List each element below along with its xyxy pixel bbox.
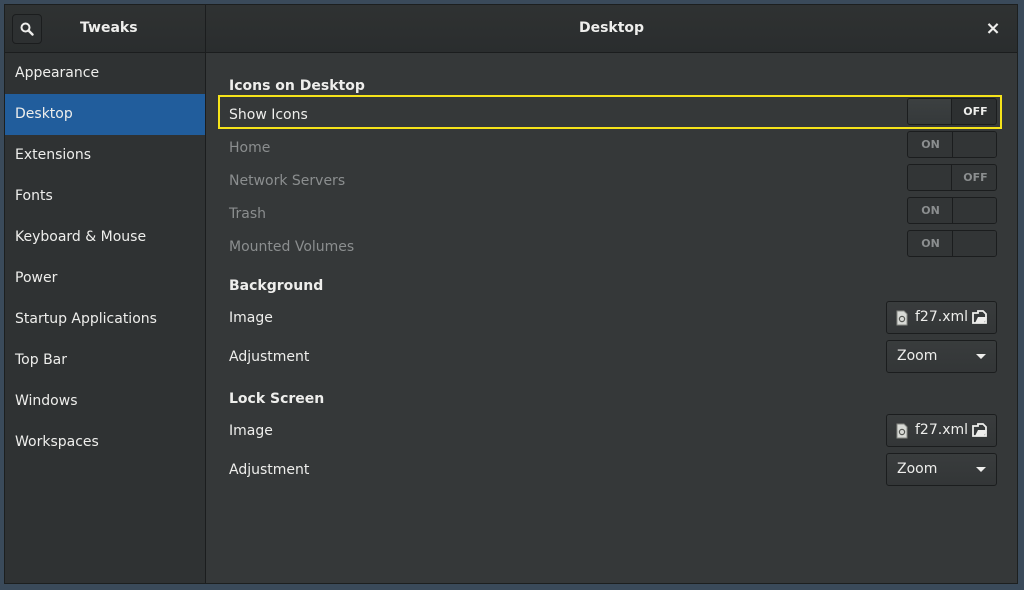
sidebar-item-desktop[interactable]: Desktop [5,94,205,135]
close-button[interactable]: × [983,19,1003,39]
switch-state: OFF [963,171,988,184]
switch-state: ON [921,138,940,151]
sidebar: Appearance Desktop Extensions Fonts Keyb… [5,53,206,583]
app-title: Tweaks [80,20,138,36]
switch-slider [952,231,996,256]
lock-image-label: Image [229,423,273,439]
open-file-icon [972,310,987,324]
document-icon [896,310,908,326]
header-left-pane: Tweaks [5,5,206,52]
switch-state: OFF [963,105,988,118]
section-title-icons: Icons on Desktop [229,78,365,94]
sidebar-item-appearance[interactable]: Appearance [5,53,205,94]
document-icon [896,423,908,439]
section-title-background: Background [229,278,324,294]
network-servers-switch: OFF [907,164,997,191]
tweaks-window: Tweaks Desktop × Appearance Desktop Exte… [4,4,1018,584]
search-icon [20,22,34,36]
header-bar: Tweaks Desktop × [5,5,1017,53]
lock-image-chooser[interactable]: f27.xml [886,414,997,447]
mounted-volumes-label: Mounted Volumes [229,239,355,255]
sidebar-item-windows[interactable]: Windows [5,381,205,422]
open-file-icon [972,423,987,437]
background-image-chooser[interactable]: f27.xml [886,301,997,334]
sidebar-item-keyboard-mouse[interactable]: Keyboard & Mouse [5,217,205,258]
background-image-label: Image [229,310,273,326]
switch-slider [952,198,996,223]
sidebar-item-workspaces[interactable]: Workspaces [5,422,205,463]
search-button[interactable] [12,14,42,44]
sidebar-item-fonts[interactable]: Fonts [5,176,205,217]
home-switch: ON [907,131,997,158]
settings-panel: Icons on Desktop Show Icons OFF Home ON … [206,53,1017,583]
section-title-lock-screen: Lock Screen [229,391,325,407]
mounted-volumes-switch: ON [907,230,997,257]
switch-state: ON [921,237,940,250]
highlight-box [218,95,1002,129]
chevron-down-icon [976,354,986,359]
background-adjustment-dropdown[interactable]: Zoom [886,340,997,373]
page-title: Desktop [578,20,645,36]
trash-switch: ON [907,197,997,224]
switch-slider [952,132,996,157]
sidebar-item-startup-applications[interactable]: Startup Applications [5,299,205,340]
trash-label: Trash [229,206,266,222]
lock-file-name: f27.xml [915,422,969,438]
sidebar-item-extensions[interactable]: Extensions [5,135,205,176]
lock-adjustment-label: Adjustment [229,462,310,478]
background-adjustment-value: Zoom [897,348,938,364]
background-adjustment-label: Adjustment [229,349,310,365]
lock-adjustment-value: Zoom [897,461,938,477]
show-icons-label: Show Icons [229,107,308,123]
switch-slider [908,165,952,190]
home-label: Home [229,140,271,156]
switch-state: ON [921,204,940,217]
chevron-down-icon [976,467,986,472]
network-servers-label: Network Servers [229,173,346,189]
switch-slider [908,99,952,124]
show-icons-switch[interactable]: OFF [907,98,997,125]
sidebar-item-power[interactable]: Power [5,258,205,299]
lock-adjustment-dropdown[interactable]: Zoom [886,453,997,486]
background-file-name: f27.xml [915,309,969,325]
sidebar-item-top-bar[interactable]: Top Bar [5,340,205,381]
